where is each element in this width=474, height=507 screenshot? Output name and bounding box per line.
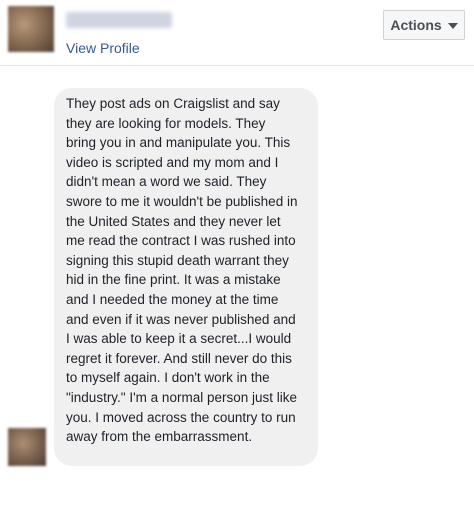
actions-button[interactable]: Actions <box>383 10 465 40</box>
sender-avatar[interactable] <box>8 428 46 466</box>
avatar[interactable] <box>8 6 54 52</box>
actions-label: Actions <box>390 17 442 33</box>
conversation-header: View Profile Actions <box>0 0 474 66</box>
message-bubble: They post ads on Craigslist and say they… <box>54 88 318 466</box>
chevron-down-icon <box>447 23 458 29</box>
message-text: They post ads on Craigslist and say they… <box>66 96 298 445</box>
view-profile-link[interactable]: View Profile <box>66 40 140 56</box>
profile-name-redacted <box>66 12 172 28</box>
